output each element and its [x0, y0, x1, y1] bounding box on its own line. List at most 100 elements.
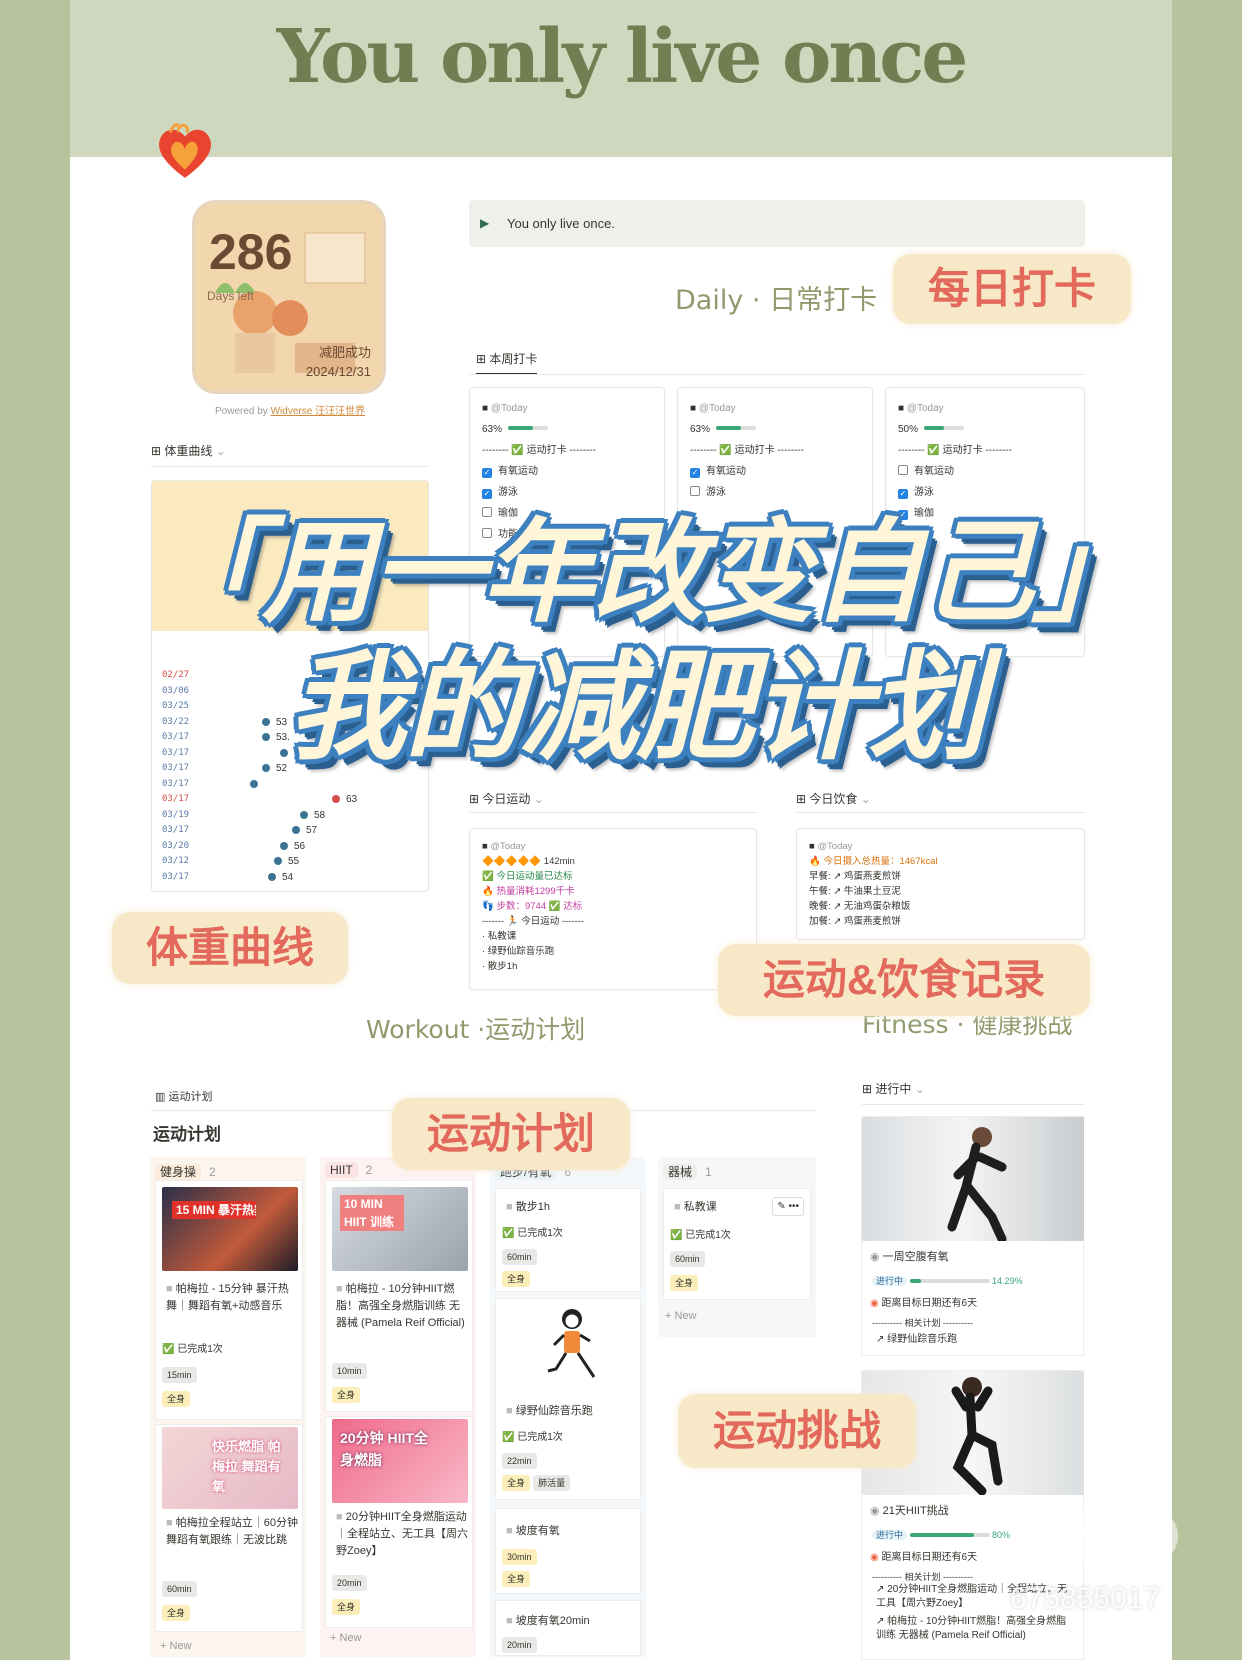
- workout-card[interactable]: ■ 私教课 ✎ ••• ✅ 已完成1次 60min 全身: [663, 1188, 811, 1300]
- workout-card[interactable]: ■ 绿野仙踪音乐跑 ✅ 已完成1次 22min 全身 肺活量: [495, 1298, 641, 1500]
- tab-in-progress[interactable]: ⊞ 进行中 ⌄: [862, 1080, 925, 1097]
- card-percent: 50%: [898, 424, 919, 435]
- workout-card[interactable]: 快乐燃脂 帕梅拉 舞蹈有氧 ■ 帕梅拉全程站立｜60分钟舞蹈有氧跟练｜无波比跳 …: [155, 1424, 303, 1632]
- duration-text: 30min: [502, 1549, 537, 1565]
- table-icon: ▥: [155, 1091, 166, 1103]
- workout-line: · 绿野仙踪音乐跑: [482, 946, 555, 957]
- card-title-text: 帕梅拉 - 15分钟 暴汗热舞｜舞蹈有氧+动感音乐: [166, 1283, 289, 1312]
- weight-date: 02/27: [162, 670, 190, 680]
- diet-line: 🔥 今日摄入总热量：1467kcal: [809, 856, 938, 867]
- weight-value: 53: [276, 716, 288, 728]
- weight-row: 03/12 55: [162, 854, 422, 870]
- tag-text: 全身: [332, 1599, 361, 1615]
- check-item[interactable]: ✓ 游泳: [482, 482, 652, 503]
- workout-card[interactable]: ■ 坡度有氧20min 20min: [495, 1600, 641, 1656]
- workout-heading: Workout ·运动计划: [366, 1015, 586, 1044]
- workout-line: · 私教课: [482, 931, 517, 942]
- thumbnail-caption: 10 MIN HIIT 训练: [340, 1195, 404, 1231]
- check-item[interactable]: ✓ 游泳: [898, 482, 1072, 503]
- today-diet-card[interactable]: ■ @Today 🔥 今日摄入总热量：1467kcal 早餐: ↗ 鸡蛋燕麦煎饼…: [796, 828, 1085, 940]
- body-part-tag: 全身: [502, 1271, 531, 1288]
- body-part-tag: 全身: [162, 1391, 191, 1408]
- divider: [469, 812, 757, 813]
- edit-icon[interactable]: ✎: [777, 1201, 785, 1212]
- weight-row: 03/17 54: [162, 870, 422, 886]
- card-title: ■ 帕梅拉全程站立｜60分钟舞蹈有氧跟练｜无波比跳: [166, 1517, 298, 1546]
- card-title: ◉ 21天HIIT挑战: [870, 1505, 949, 1517]
- workout-card[interactable]: 10 MIN HIIT 训练 ■ 帕梅拉 - 10分钟HIIT燃脂！高强全身燃脂…: [325, 1180, 473, 1412]
- done-status: ✅ 已完成1次: [670, 1230, 731, 1241]
- diet-line: 晚餐: ↗ 无油鸡蛋杂粮饭: [809, 901, 911, 912]
- check-label: 游泳: [498, 487, 518, 498]
- powered-link[interactable]: Widverse 汪汪汪世界: [271, 406, 365, 417]
- card-title: ■ 坡度有氧: [506, 1525, 560, 1537]
- progress-row: 进行中 80%: [872, 1527, 1078, 1544]
- status-badge: 进行中: [872, 1530, 908, 1540]
- tag-text: 肺活量: [533, 1475, 571, 1491]
- workout-line: 🔶🔶🔶🔶🔶 142min: [482, 856, 575, 867]
- column-label: 健身操: [155, 1164, 202, 1180]
- tab-workout-plan[interactable]: ▥ 运动计划: [155, 1088, 212, 1104]
- workout-card[interactable]: ■ 散步1h ✅ 已完成1次 60min 全身: [495, 1188, 641, 1292]
- card-title: ■ 绿野仙踪音乐跑: [506, 1405, 593, 1417]
- weight-date: 03/12: [162, 856, 190, 866]
- card-actions[interactable]: ✎ •••: [772, 1197, 804, 1216]
- duration-text: 60min: [670, 1251, 705, 1267]
- weight-value: 57: [306, 825, 318, 836]
- duration-text: 15min: [162, 1367, 197, 1383]
- check-item[interactable]: 游泳: [690, 482, 860, 503]
- tag-text: 全身: [502, 1475, 531, 1491]
- card-percent: 63%: [690, 424, 711, 435]
- tab-today-diet-label: 今日饮食: [809, 792, 858, 806]
- check-item[interactable]: ✓ 有氧运动: [690, 461, 860, 482]
- done-status: ✅ 已完成1次: [502, 1432, 563, 1443]
- new-card-button[interactable]: + New: [160, 1640, 192, 1652]
- related-plan-text: 帕梅拉 - 10分钟HIIT燃脂！高强全身燃脂训练 无器械 (Pamela Re…: [876, 1616, 1067, 1641]
- powered-by[interactable]: Powered by Widverse 汪汪汪世界: [215, 402, 365, 417]
- card-title-text: 坡度有氧: [515, 1525, 560, 1537]
- workout-card[interactable]: ■ 坡度有氧 30min 全身: [495, 1508, 641, 1594]
- duration-tag: 60min: [162, 1581, 197, 1598]
- tab-today-diet[interactable]: ⊞ 今日饮食 ⌄: [796, 790, 871, 807]
- video-thumbnail: 15 MIN 暴汗热舞: [162, 1187, 298, 1271]
- countdown-widget[interactable]: 286 Days left 减肥成功 2024/12/31: [192, 200, 386, 394]
- weight-date: 03/17: [162, 825, 190, 835]
- workout-card[interactable]: 20分钟 HIIT全身燃脂 ■ 20分钟HIIT全身燃脂运动｜全程站立、无工具【…: [325, 1416, 473, 1628]
- check-item[interactable]: ✓ 有氧运动: [482, 461, 652, 482]
- weight-dot: [274, 857, 282, 865]
- divider: [151, 466, 429, 467]
- weight-dot: [292, 826, 300, 834]
- new-card-button[interactable]: + New: [330, 1632, 362, 1644]
- card-divider: -------- ✅ 运动打卡 --------: [898, 445, 1013, 456]
- new-card-button[interactable]: + New: [665, 1310, 697, 1322]
- toggle-arrow-icon[interactable]: ▶: [480, 216, 489, 230]
- challenge-card[interactable]: ◉ 一周空腹有氧 进行中 14.29% ◉ 距离目标日期还有6天 -------…: [861, 1116, 1084, 1356]
- card-title-text: 20分钟HIIT全身燃脂运动｜全程站立、无工具【周六野Zoey】: [336, 1511, 468, 1557]
- today-workout-card[interactable]: ■ @Today 🔶🔶🔶🔶🔶 142min ✅ 今日运动量已达标 🔥 热量消耗1…: [469, 828, 757, 990]
- weight-date: 03/17: [162, 763, 190, 773]
- video-thumbnail: 快乐燃脂 帕梅拉 舞蹈有氧: [162, 1427, 298, 1509]
- card-title: ■ 帕梅拉 - 15分钟 暴汗热舞｜舞蹈有氧+动感音乐: [166, 1283, 289, 1312]
- column-header: HIIT 2: [325, 1162, 372, 1178]
- chevron-down-icon: ⌄: [914, 1082, 925, 1096]
- check-item[interactable]: 有氧运动: [898, 461, 1072, 482]
- workout-board-title: 运动计划: [153, 1125, 221, 1144]
- more-icon[interactable]: •••: [788, 1201, 799, 1212]
- tab-today-workout[interactable]: ⊞ 今日运动 ⌄: [469, 790, 544, 807]
- card-title-text: 帕梅拉全程站立｜60分钟舞蹈有氧跟练｜无波比跳: [166, 1517, 298, 1546]
- tab-weekly-checkin[interactable]: ⊞ 本周打卡: [476, 350, 538, 375]
- check-label: 游泳: [914, 487, 934, 498]
- progress-bar: [909, 1533, 990, 1537]
- related-plan-link[interactable]: ↗ 绿野仙踪音乐跑: [876, 1331, 957, 1348]
- daily-heading: Daily · 日常打卡: [675, 285, 878, 316]
- workout-card[interactable]: 15 MIN 暴汗热舞 ■ 帕梅拉 - 15分钟 暴汗热舞｜舞蹈有氧+动感音乐 …: [155, 1180, 303, 1420]
- progress-bar: [924, 426, 965, 430]
- workout-line: 🔥 热量消耗1299千卡: [482, 886, 575, 897]
- chevron-down-icon: ⌄: [533, 792, 544, 806]
- weight-dot: [268, 872, 276, 881]
- body-part-tag: 全身: [332, 1387, 361, 1404]
- tab-weight-curve[interactable]: ⊞ 体重曲线 ⌄: [151, 442, 226, 459]
- related-plan-link[interactable]: ↗ 帕梅拉 - 10分钟HIIT燃脂！高强全身燃脂训练 无器械 (Pamela …: [876, 1615, 1076, 1643]
- card-percent: 63%: [482, 424, 503, 435]
- watermark-id: 675855017: [1010, 1582, 1161, 1615]
